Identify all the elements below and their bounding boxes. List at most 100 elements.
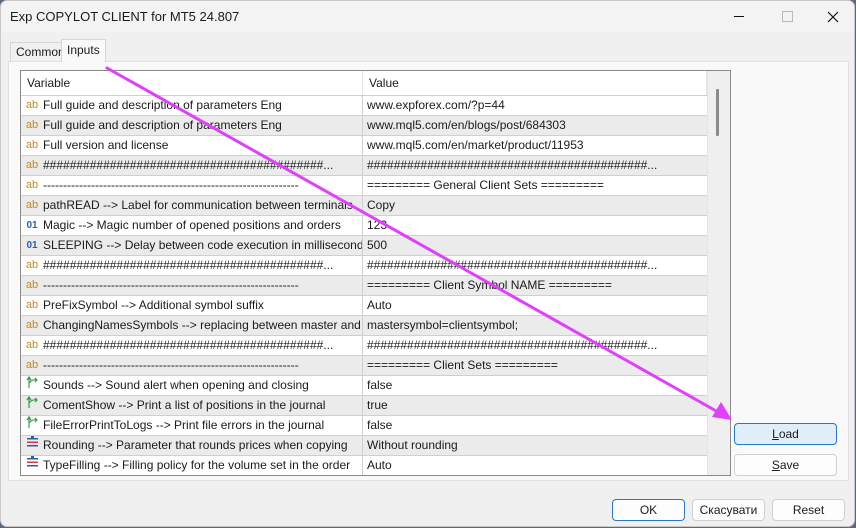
scrollbar-thumb[interactable]: [716, 89, 719, 136]
table-row[interactable]: ComentShow --> Print a list of positions…: [21, 395, 707, 415]
variable-name: Sounds --> Sound alert when opening and …: [43, 378, 309, 392]
value-cell[interactable]: Copy: [364, 196, 707, 215]
string-type-icon: ab: [25, 119, 39, 131]
table-row[interactable]: ab ######################################…: [21, 255, 707, 275]
title-bar[interactable]: Exp COPYLOT CLIENT for MT5 24.807: [1, 1, 854, 32]
value-cell[interactable]: Auto: [364, 296, 707, 315]
string-type-icon: ab: [25, 259, 39, 271]
variable-name: ########################################…: [43, 258, 334, 272]
variable-name: ChangingNamesSymbols --> replacing betwe…: [43, 318, 363, 332]
value-cell[interactable]: Without rounding: [364, 436, 707, 455]
variable-name: ----------------------------------------…: [43, 358, 299, 372]
table-row[interactable]: ab --------------------------------------…: [21, 355, 707, 375]
value-cell[interactable]: mastersymbol=clientsymbol;: [364, 316, 707, 335]
value-cell[interactable]: www.mql5.com/en/blogs/post/684303: [364, 116, 707, 135]
value-cell[interactable]: false: [364, 376, 707, 395]
value-cell[interactable]: 500: [364, 236, 707, 255]
inputs-grid: Variable Value ab Full guide and descript…: [20, 70, 731, 476]
value-cell[interactable]: false: [364, 416, 707, 435]
table-row[interactable]: ab Full guide and description of paramete…: [21, 115, 707, 135]
value-cell[interactable]: ########################################…: [364, 336, 707, 355]
cancel-button[interactable]: Скасувати: [692, 499, 765, 521]
variable-name: Full version and license: [43, 138, 169, 152]
table-row[interactable]: Sounds --> Sound alert when opening and …: [21, 375, 707, 395]
variable-name: TypeFilling --> Filling policy for the v…: [43, 458, 351, 472]
close-button[interactable]: [810, 1, 854, 32]
table-row[interactable]: ab Full guide and description of paramete…: [21, 95, 707, 115]
value-cell[interactable]: www.mql5.com/en/market/product/11953: [364, 136, 707, 155]
variable-name: ----------------------------------------…: [43, 178, 299, 192]
table-row[interactable]: ab --------------------------------------…: [21, 175, 707, 195]
enum-type-icon: [24, 456, 40, 475]
value-cell[interactable]: Auto: [364, 456, 707, 475]
variable-cell: ab Full version and license: [21, 136, 363, 155]
table-row[interactable]: ab ChangingNamesSymbols --> replacing bet…: [21, 315, 707, 335]
grid-rows: ab Full guide and description of paramete…: [21, 95, 707, 475]
table-row[interactable]: ab Full version and license www.mql5.com/e…: [21, 135, 707, 155]
table-row[interactable]: 01 Magic --> Magic number of opened posit…: [21, 215, 707, 235]
maximize-icon: [781, 11, 793, 22]
table-row[interactable]: ab ######################################…: [21, 335, 707, 355]
table-row[interactable]: ab ######################################…: [21, 155, 707, 175]
table-row[interactable]: TypeFilling --> Filling policy for the v…: [21, 455, 707, 475]
variable-name: Rounding --> Parameter that rounds price…: [43, 438, 348, 452]
variable-name: ComentShow --> Print a list of positions…: [43, 398, 326, 412]
value-cell[interactable]: 123: [364, 216, 707, 235]
variable-name: Magic --> Magic number of opened positio…: [43, 218, 341, 232]
minimize-button[interactable]: [716, 1, 762, 32]
variable-cell: ab pathREAD --> Label for communication b…: [21, 196, 363, 215]
variable-cell: Rounding --> Parameter that rounds price…: [21, 436, 363, 455]
value-cell[interactable]: ########################################…: [364, 256, 707, 275]
maximize-button[interactable]: [764, 1, 810, 32]
variable-name: ########################################…: [43, 338, 334, 352]
table-row[interactable]: 01 SLEEPING --> Delay between code execut…: [21, 235, 707, 255]
variable-cell: TypeFilling --> Filling policy for the v…: [21, 456, 363, 475]
string-type-icon: ab: [25, 139, 39, 151]
save-button[interactable]: Save: [734, 454, 837, 476]
table-row[interactable]: ab --------------------------------------…: [21, 275, 707, 295]
string-type-icon: ab: [25, 359, 39, 371]
variable-cell: ab PreFixSymbol --> Additional symbol suf…: [21, 296, 363, 315]
integer-type-icon: 01: [26, 240, 38, 251]
tab-common[interactable]: Common: [10, 42, 65, 61]
string-type-icon: ab: [25, 199, 39, 211]
load-label-rest: oad: [778, 427, 799, 441]
window-title: Exp COPYLOT CLIENT for MT5 24.807: [10, 9, 240, 24]
value-cell[interactable]: ========= General Client Sets =========: [364, 176, 707, 195]
table-row[interactable]: FileErrorPrintToLogs --> Print file erro…: [21, 415, 707, 435]
integer-type-icon: 01: [26, 220, 38, 231]
vertical-scrollbar[interactable]: [707, 71, 730, 475]
value-cell[interactable]: ========= Client Symbol NAME =========: [364, 276, 707, 295]
value-cell[interactable]: www.expforex.com/?p=44: [364, 96, 707, 115]
variable-name: pathREAD --> Label for communication bet…: [43, 198, 353, 212]
value-cell[interactable]: ========= Client Sets =========: [364, 356, 707, 375]
tab-inputs[interactable]: Inputs: [61, 39, 106, 62]
variable-name: Full guide and description of parameters…: [43, 98, 282, 112]
variable-cell: 01 Magic --> Magic number of opened posit…: [21, 216, 363, 235]
bool-type-icon: [24, 416, 40, 435]
variable-cell: ab ######################################…: [21, 256, 363, 275]
load-button[interactable]: Load: [734, 423, 837, 445]
table-row[interactable]: ab PreFixSymbol --> Additional symbol suf…: [21, 295, 707, 315]
value-cell[interactable]: true: [364, 396, 707, 415]
variable-cell: ab ######################################…: [21, 336, 363, 355]
column-header-variable[interactable]: Variable: [21, 71, 363, 95]
string-type-icon: ab: [25, 279, 39, 291]
value-cell[interactable]: ########################################…: [364, 156, 707, 175]
load-mnemonic: L: [772, 427, 779, 441]
table-row[interactable]: Rounding --> Parameter that rounds price…: [21, 435, 707, 455]
ok-button[interactable]: OK: [612, 499, 685, 521]
dialog-window: Exp COPYLOT CLIENT for MT5 24.807 Common…: [0, 0, 855, 527]
variable-cell: ab Full guide and description of paramete…: [21, 96, 363, 115]
table-row[interactable]: ab pathREAD --> Label for communication b…: [21, 195, 707, 215]
variable-cell: FileErrorPrintToLogs --> Print file erro…: [21, 416, 363, 435]
string-type-icon: ab: [25, 99, 39, 111]
grid-header: Variable Value: [21, 71, 707, 95]
column-header-value[interactable]: Value: [363, 71, 707, 95]
string-type-icon: ab: [25, 179, 39, 191]
reset-button[interactable]: Reset: [772, 499, 845, 521]
close-icon: [827, 11, 839, 22]
enum-type-icon: [24, 436, 40, 455]
variable-name: SLEEPING --> Delay between code executio…: [43, 238, 363, 252]
variable-name: Full guide and description of parameters…: [43, 118, 282, 132]
